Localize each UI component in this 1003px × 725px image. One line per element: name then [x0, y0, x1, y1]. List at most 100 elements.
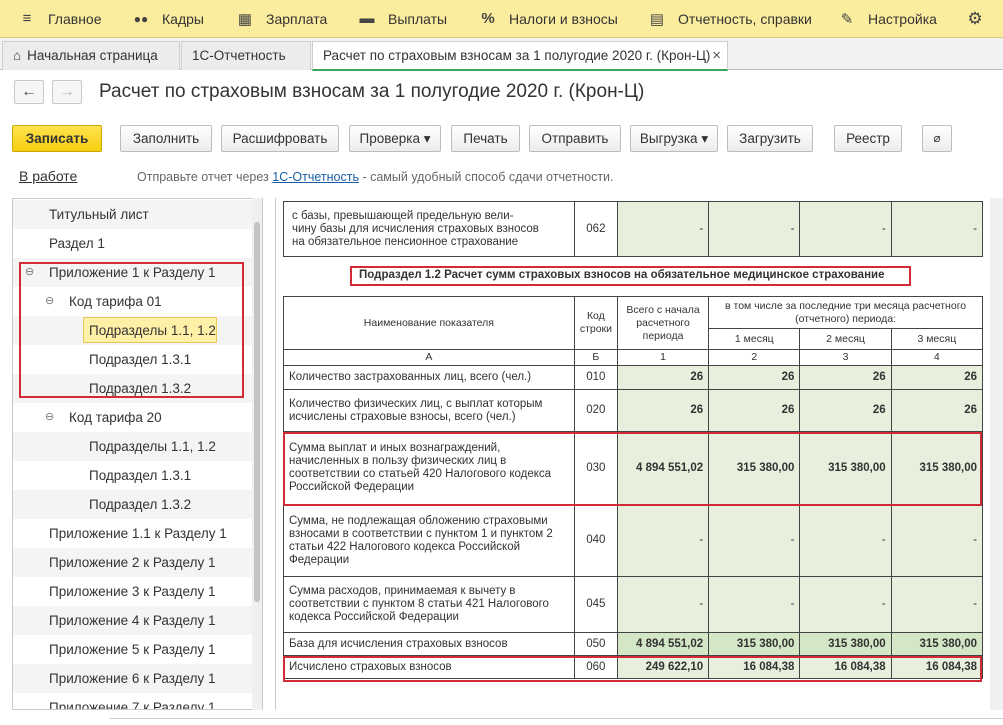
cell-value[interactable]: -	[616, 576, 710, 633]
load-button[interactable]: Загрузить	[727, 125, 813, 152]
cell-062-4[interactable]: -	[890, 201, 984, 257]
header-letter-a: А	[283, 349, 575, 366]
header-last3: в том числе за последние три месяца расч…	[708, 296, 983, 329]
row-name: База для исчисления страховых взносов	[283, 632, 575, 656]
cell-value[interactable]: 26	[616, 389, 710, 432]
menu-item-settings[interactable]: ✎ Настройка	[838, 0, 937, 38]
cell-value[interactable]: 26	[708, 389, 801, 432]
decode-button[interactable]: Расшифровать	[221, 125, 339, 152]
home-icon: ⌂	[13, 48, 22, 63]
percent-icon: %	[481, 10, 495, 27]
row-name-062: с базы, превышающей предельную вели- чин…	[283, 201, 575, 257]
menu-item-gear[interactable]: ⚙	[966, 0, 996, 38]
header-letter-3: 3	[799, 349, 892, 366]
back-button[interactable]: ←	[14, 80, 44, 104]
tree-item-title[interactable]: Титульный лист	[13, 200, 253, 229]
header-name: Наименование показателя	[283, 296, 575, 350]
cell-value[interactable]: -	[890, 504, 984, 577]
row-code: 040	[573, 504, 618, 577]
menu-item-hr[interactable]: ●● Кадры	[132, 0, 204, 38]
cell-value[interactable]: 26	[708, 365, 801, 390]
header-m2: 2 месяц	[799, 328, 892, 350]
tree-item-appendix6[interactable]: Приложение 6 к Разделу 1	[13, 664, 253, 693]
reports-icon: ▤	[649, 10, 665, 28]
forward-button[interactable]: →	[52, 80, 82, 104]
form-scrollbar[interactable]	[990, 198, 1003, 710]
cell-value: 315 380,00	[799, 632, 892, 656]
tree-item-sub132-tariff20[interactable]: Подраздел 1.3.2	[13, 490, 253, 519]
tree-item-section1[interactable]: Раздел 1	[13, 229, 253, 258]
fill-button[interactable]: Заполнить	[120, 125, 212, 152]
cell-value[interactable]: 26	[799, 365, 892, 390]
cell-value[interactable]: -	[616, 504, 710, 577]
hint-link[interactable]: 1С-Отчетность	[272, 170, 359, 184]
wrench-icon: ✎	[840, 10, 854, 28]
menu-item-main[interactable]: ≡ Главное	[18, 0, 102, 38]
tab-home[interactable]: ⌂ Начальная страница	[2, 41, 180, 70]
header-letter-4: 4	[890, 349, 984, 366]
tab-label: Расчет по страховым взносам за 1 полугод…	[323, 48, 711, 63]
hamburger-icon: ≡	[22, 10, 32, 27]
tree-scrollbar-thumb[interactable]	[254, 222, 260, 602]
calculator-icon: ▦	[237, 10, 253, 28]
menu-item-reports[interactable]: ▤ Отчетность, справки	[648, 0, 812, 38]
cell-value[interactable]: -	[799, 576, 892, 633]
tree-item-appendix3[interactable]: Приложение 3 к Разделу 1	[13, 577, 253, 606]
table-row: Количество физических лиц, с выплат кото…	[283, 389, 984, 432]
row-code: 010	[573, 365, 618, 390]
tree-item-tariff20[interactable]: ⊖ Код тарифа 20	[13, 403, 253, 432]
header-letter-1: 1	[616, 349, 710, 366]
send-button[interactable]: Отправить	[529, 125, 621, 152]
menu-item-label: Налоги и взносы	[509, 10, 618, 27]
table-row: Количество застрахованных лиц, всего (че…	[283, 365, 984, 390]
print-button[interactable]: Печать	[451, 125, 520, 152]
registry-button[interactable]: Реестр	[834, 125, 902, 152]
cell-value[interactable]: 26	[616, 365, 710, 390]
table-row: База для исчисления страховых взносов 05…	[283, 632, 984, 656]
tree-item-appendix7[interactable]: Приложение 7 к Разделу 1	[13, 693, 253, 709]
cell-062-3[interactable]: -	[799, 201, 892, 257]
tree-item-appendix4[interactable]: Приложение 4 к Разделу 1	[13, 606, 253, 635]
tree-item-sub11-tariff20[interactable]: Подразделы 1.1, 1.2	[13, 432, 253, 461]
tree-item-appendix5[interactable]: Приложение 5 к Разделу 1	[13, 635, 253, 664]
check-button[interactable]: Проверка ▾	[349, 125, 441, 152]
cell-value[interactable]: -	[708, 504, 801, 577]
bottom-edge	[110, 718, 1003, 725]
collapse-icon[interactable]: ⊖	[45, 403, 54, 432]
cell-value[interactable]: -	[708, 576, 801, 633]
tab-report[interactable]: Расчет по страховым взносам за 1 полугод…	[312, 41, 728, 71]
header-letter-b: Б	[573, 349, 618, 366]
export-label: Выгрузка	[639, 131, 698, 146]
export-button[interactable]: Выгрузка ▾	[630, 125, 718, 152]
check-label: Проверка	[359, 131, 420, 146]
cell-value[interactable]: -	[799, 504, 892, 577]
page-title: Расчет по страховым взносам за 1 полугод…	[99, 81, 645, 102]
tree-item-appendix11[interactable]: Приложение 1.1 к Разделу 1	[13, 519, 253, 548]
highlight-frame-subtitle	[350, 266, 911, 286]
cell-value[interactable]: -	[890, 576, 984, 633]
menu-item-payments[interactable]: ▬ Выплаты	[358, 0, 448, 38]
highlight-frame-tree	[19, 262, 244, 398]
table-row: Сумма, не подлежащая обложению страховым…	[283, 504, 984, 577]
menu-item-salary[interactable]: ▦ Зарплата	[236, 0, 327, 38]
close-icon[interactable]: ×	[712, 42, 721, 70]
tree-item-sub131-tariff20[interactable]: Подраздел 1.3.1	[13, 461, 253, 490]
menu-item-label: Главное	[48, 10, 102, 27]
cell-value[interactable]: 26	[890, 389, 984, 432]
header-total: Всего с начала расчетного периода	[616, 296, 710, 350]
save-button[interactable]: Записать	[12, 125, 102, 152]
status-link[interactable]: В работе	[19, 168, 77, 184]
attach-icon[interactable]: ⌀	[922, 125, 952, 152]
cell-062-1[interactable]: -	[616, 201, 710, 257]
cell-value[interactable]: 26	[799, 389, 892, 432]
cell-062-2[interactable]: -	[708, 201, 801, 257]
tab-1c-reporting[interactable]: 1С-Отчетность	[181, 41, 311, 70]
main-menu: ≡ Главное ●● Кадры ▦ Зарплата ▬ Выплаты …	[0, 0, 1003, 38]
tree-item-appendix2[interactable]: Приложение 2 к Разделу 1	[13, 548, 253, 577]
row-name: Сумма, не подлежащая обложению страховым…	[283, 504, 575, 577]
highlight-frame-row-060	[283, 656, 982, 682]
menu-item-taxes[interactable]: % Налоги и взносы	[479, 0, 618, 38]
cell-value[interactable]: 26	[890, 365, 984, 390]
hint-text: Отправьте отчет через	[137, 170, 273, 184]
header-code: Код строки	[573, 296, 618, 350]
